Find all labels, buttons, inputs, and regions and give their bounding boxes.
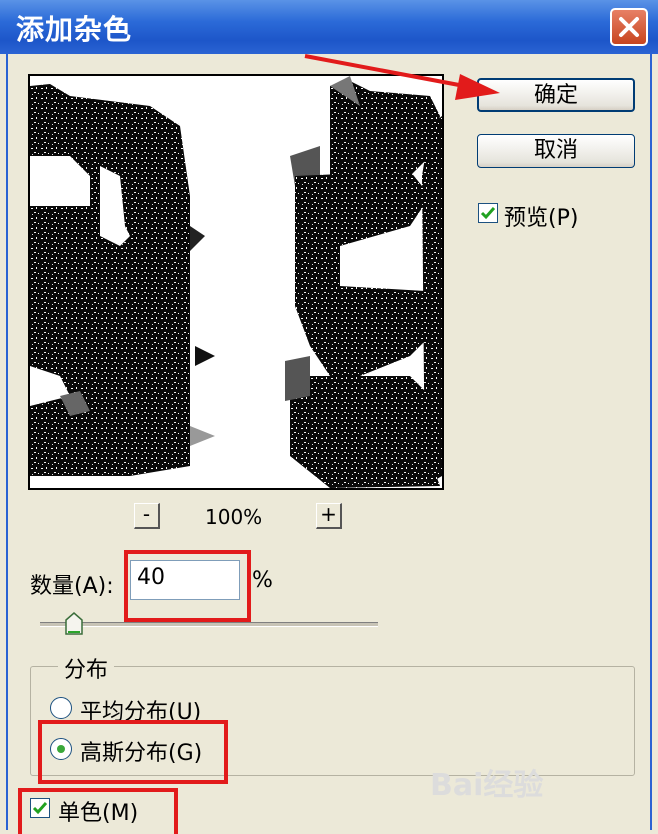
checkmark-icon: [480, 207, 496, 220]
cancel-button-label: 取消: [533, 138, 578, 163]
gaussian-highlight: [38, 720, 228, 784]
cancel-button[interactable]: 取消: [477, 134, 635, 168]
uniform-radio[interactable]: [50, 697, 72, 719]
window-title: 添加杂色: [16, 13, 133, 46]
amount-label: 数量(A):: [30, 574, 114, 599]
preview-checkbox[interactable]: [478, 203, 498, 223]
watermark-text: Bai经验: [430, 768, 544, 803]
zoom-level: 100%: [205, 505, 263, 529]
zoom-in-button[interactable]: +: [316, 503, 342, 529]
preview-canvas[interactable]: [28, 74, 444, 490]
ok-button-label: 确定: [533, 83, 578, 108]
distribution-group-label: 分布: [58, 652, 115, 684]
noise-preview-image: [30, 76, 442, 488]
amount-unit: %: [252, 568, 273, 593]
zoom-out-label: -: [142, 502, 151, 526]
close-icon: [619, 17, 639, 37]
amount-highlight: [124, 550, 251, 622]
zoom-out-button[interactable]: -: [134, 503, 160, 529]
annotation-arrow: [304, 54, 500, 100]
amount-slider-track[interactable]: [40, 622, 378, 627]
title-bar: 添加杂色: [0, 0, 658, 54]
amount-slider-thumb[interactable]: [64, 612, 84, 636]
monochromatic-highlight: [18, 788, 178, 834]
zoom-in-label: +: [320, 502, 337, 526]
close-button[interactable]: [610, 8, 648, 46]
preview-checkbox-label: 预览(P): [504, 206, 579, 231]
